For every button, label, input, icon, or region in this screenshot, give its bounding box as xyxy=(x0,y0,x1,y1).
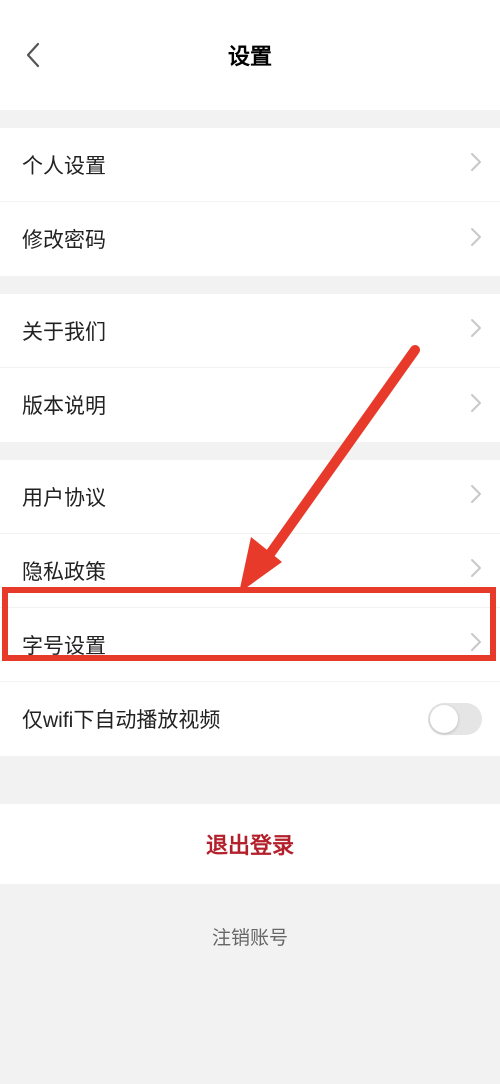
section-gap xyxy=(0,756,500,804)
chevron-right-icon xyxy=(470,152,482,177)
page-title: 设置 xyxy=(228,39,272,71)
item-label: 用户协议 xyxy=(22,482,106,512)
wifi-toggle[interactable] xyxy=(428,703,482,735)
item-about-us[interactable]: 关于我们 xyxy=(0,294,500,368)
section-gap xyxy=(0,884,500,906)
item-change-password[interactable]: 修改密码 xyxy=(0,202,500,276)
item-label: 修改密码 xyxy=(22,224,106,254)
chevron-right-icon xyxy=(470,632,482,657)
section-gap xyxy=(0,442,500,460)
item-label: 个人设置 xyxy=(22,150,106,180)
section-gap xyxy=(0,276,500,294)
logout-button[interactable]: 退出登录 xyxy=(0,804,500,884)
delete-label: 注销账号 xyxy=(212,923,288,950)
toggle-knob xyxy=(430,705,458,733)
chevron-right-icon xyxy=(470,558,482,583)
delete-account-button[interactable]: 注销账号 xyxy=(0,906,500,966)
chevron-right-icon xyxy=(470,484,482,509)
item-label: 关于我们 xyxy=(22,316,106,346)
header-bar: 设置 xyxy=(0,0,500,110)
item-version[interactable]: 版本说明 xyxy=(0,368,500,442)
chevron-right-icon xyxy=(470,318,482,343)
item-privacy-policy[interactable]: 隐私政策 xyxy=(0,534,500,608)
chevron-left-icon xyxy=(24,41,42,69)
item-wifi-autoplay[interactable]: 仅wifi下自动播放视频 xyxy=(0,682,500,756)
item-label: 字号设置 xyxy=(22,630,106,660)
section-gap xyxy=(0,110,500,128)
back-button[interactable] xyxy=(18,40,48,70)
logout-label: 退出登录 xyxy=(206,828,294,860)
item-personal-settings[interactable]: 个人设置 xyxy=(0,128,500,202)
item-label: 版本说明 xyxy=(22,390,106,420)
item-label: 隐私政策 xyxy=(22,556,106,586)
chevron-right-icon xyxy=(470,227,482,252)
item-user-agreement[interactable]: 用户协议 xyxy=(0,460,500,534)
item-font-size[interactable]: 字号设置 xyxy=(0,608,500,682)
chevron-right-icon xyxy=(470,393,482,418)
item-label: 仅wifi下自动播放视频 xyxy=(22,704,220,734)
